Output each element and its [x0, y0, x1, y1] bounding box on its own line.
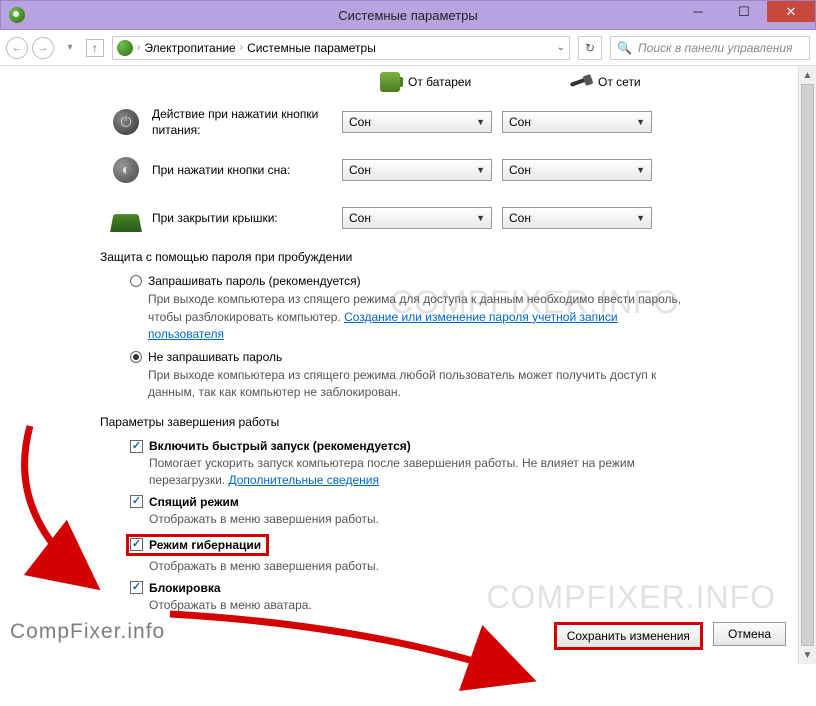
on-battery-header: От батареи: [380, 72, 530, 92]
password-protection-heading: Защита с помощью пароля при пробуждении: [100, 250, 778, 264]
address-icon: [117, 40, 133, 56]
save-changes-button[interactable]: Сохранить изменения: [554, 622, 703, 650]
power-button-label: Действие при нажатии кнопки питания:: [152, 106, 332, 138]
recent-dropdown[interactable]: ▾: [58, 36, 82, 60]
checkbox-icon: ✓: [130, 440, 143, 453]
power-button-battery-dropdown[interactable]: Сон▼: [342, 111, 492, 133]
require-password-description: При выходе компьютера из спящего режима …: [148, 291, 688, 343]
scroll-up-button[interactable]: ▲: [799, 66, 816, 84]
shutdown-settings-heading: Параметры завершения работы: [100, 415, 778, 429]
lid-icon: [110, 214, 142, 232]
close-button[interactable]: ✕: [767, 1, 815, 22]
fast-startup-description: Помогает ускорить запуск компьютера посл…: [149, 455, 709, 489]
checkbox-icon: ✓: [130, 581, 143, 594]
scrollbar-thumb[interactable]: [801, 84, 814, 646]
battery-icon: [380, 72, 400, 92]
require-password-radio[interactable]: Запрашивать пароль (рекомендуется): [130, 274, 778, 288]
learn-more-link[interactable]: Дополнительные сведения: [228, 473, 378, 487]
sleep-button-ac-dropdown[interactable]: Сон▼: [502, 159, 652, 181]
breadcrumb-item[interactable]: Электропитание: [144, 41, 235, 55]
plug-icon: [570, 72, 590, 92]
search-input[interactable]: 🔍 Поиск в панели управления: [610, 36, 810, 60]
minimize-button[interactable]: ─: [675, 1, 721, 22]
main-content: От батареи От сети Действие при нажатии …: [0, 66, 798, 664]
checkbox-icon: ✓: [130, 538, 143, 551]
fast-startup-checkbox[interactable]: ✓ Включить быстрый запуск (рекомендуется…: [130, 439, 778, 453]
search-placeholder: Поиск в панели управления: [638, 41, 793, 55]
maximize-button[interactable]: ☐: [721, 1, 767, 22]
power-button-ac-dropdown[interactable]: Сон▼: [502, 111, 652, 133]
no-password-radio[interactable]: Не запрашивать пароль: [130, 350, 778, 364]
lid-close-label: При закрытии крышки:: [152, 210, 332, 226]
sleep-button-battery-dropdown[interactable]: Сон▼: [342, 159, 492, 181]
up-button[interactable]: ↑: [86, 39, 104, 57]
plugged-in-header: От сети: [570, 72, 720, 92]
radio-icon: [130, 275, 142, 287]
search-icon: 🔍: [617, 41, 632, 55]
checkbox-icon: ✓: [130, 495, 143, 508]
titlebar: Системные параметры ─ ☐ ✕: [0, 0, 816, 30]
breadcrumb-item[interactable]: Системные параметры: [247, 41, 376, 55]
sleep-button-label: При нажатии кнопки сна:: [152, 162, 332, 178]
forward-button[interactable]: →: [32, 37, 54, 59]
lock-description: Отображать в меню аватара.: [149, 597, 709, 614]
scroll-down-button[interactable]: ▼: [799, 646, 816, 664]
back-button[interactable]: ←: [6, 37, 28, 59]
sleep-description: Отображать в меню завершения работы.: [149, 511, 709, 528]
lid-close-ac-dropdown[interactable]: Сон▼: [502, 207, 652, 229]
hibernate-checkbox[interactable]: ✓ Режим гибернации: [126, 534, 269, 556]
hibernate-description: Отображать в меню завершения работы.: [149, 558, 709, 575]
radio-icon: [130, 351, 142, 363]
lid-close-battery-dropdown[interactable]: Сон▼: [342, 207, 492, 229]
cancel-button[interactable]: Отмена: [713, 622, 786, 646]
sleep-button-icon: [113, 157, 139, 183]
address-bar[interactable]: › Электропитание › Системные параметры ⌄: [112, 36, 570, 60]
refresh-button[interactable]: ↻: [578, 36, 602, 60]
vertical-scrollbar[interactable]: ▲ ▼: [798, 66, 816, 664]
lock-checkbox[interactable]: ✓ Блокировка: [130, 581, 778, 595]
no-password-description: При выходе компьютера из спящего режима …: [148, 367, 688, 402]
navigation-bar: ← → ▾ ↑ › Электропитание › Системные пар…: [0, 30, 816, 66]
power-button-icon: [113, 109, 139, 135]
sleep-checkbox[interactable]: ✓ Спящий режим: [130, 495, 778, 509]
